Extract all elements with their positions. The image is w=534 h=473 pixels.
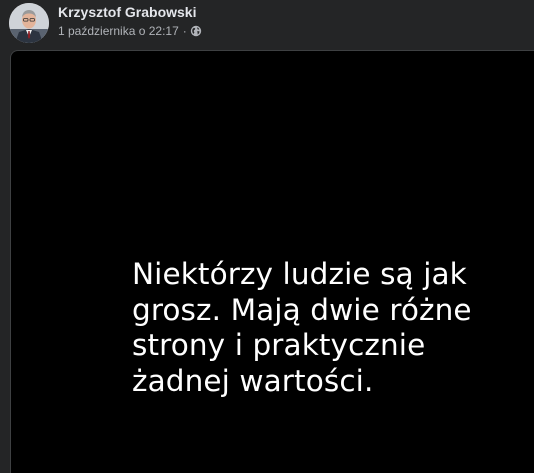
post-meta: 1 października o 22:17 · bbox=[58, 24, 202, 38]
quote-line: grosz. Mają dwie różne bbox=[132, 292, 472, 327]
author-name[interactable]: Krzysztof Grabowski bbox=[58, 4, 196, 20]
quote-text: Niektórzy ludzie są jak grosz. Mają dwie… bbox=[132, 257, 472, 399]
quote-line: strony i praktycznie bbox=[132, 328, 426, 362]
quote-line: żadnej wartości. bbox=[132, 363, 374, 398]
meta-separator: · bbox=[182, 24, 187, 38]
post-image[interactable]: Niektórzy ludzie są jak grosz. Mają dwie… bbox=[10, 50, 534, 473]
post-timestamp[interactable]: 1 października o 22:17 bbox=[58, 24, 179, 38]
facebook-post: Krzysztof Grabowski 1 października o 22:… bbox=[0, 0, 534, 473]
profile-photo-icon bbox=[9, 3, 49, 43]
avatar[interactable] bbox=[9, 3, 49, 43]
quote-line: Niektórzy ludzie są jak bbox=[132, 257, 467, 291]
globe-icon[interactable] bbox=[190, 25, 202, 37]
